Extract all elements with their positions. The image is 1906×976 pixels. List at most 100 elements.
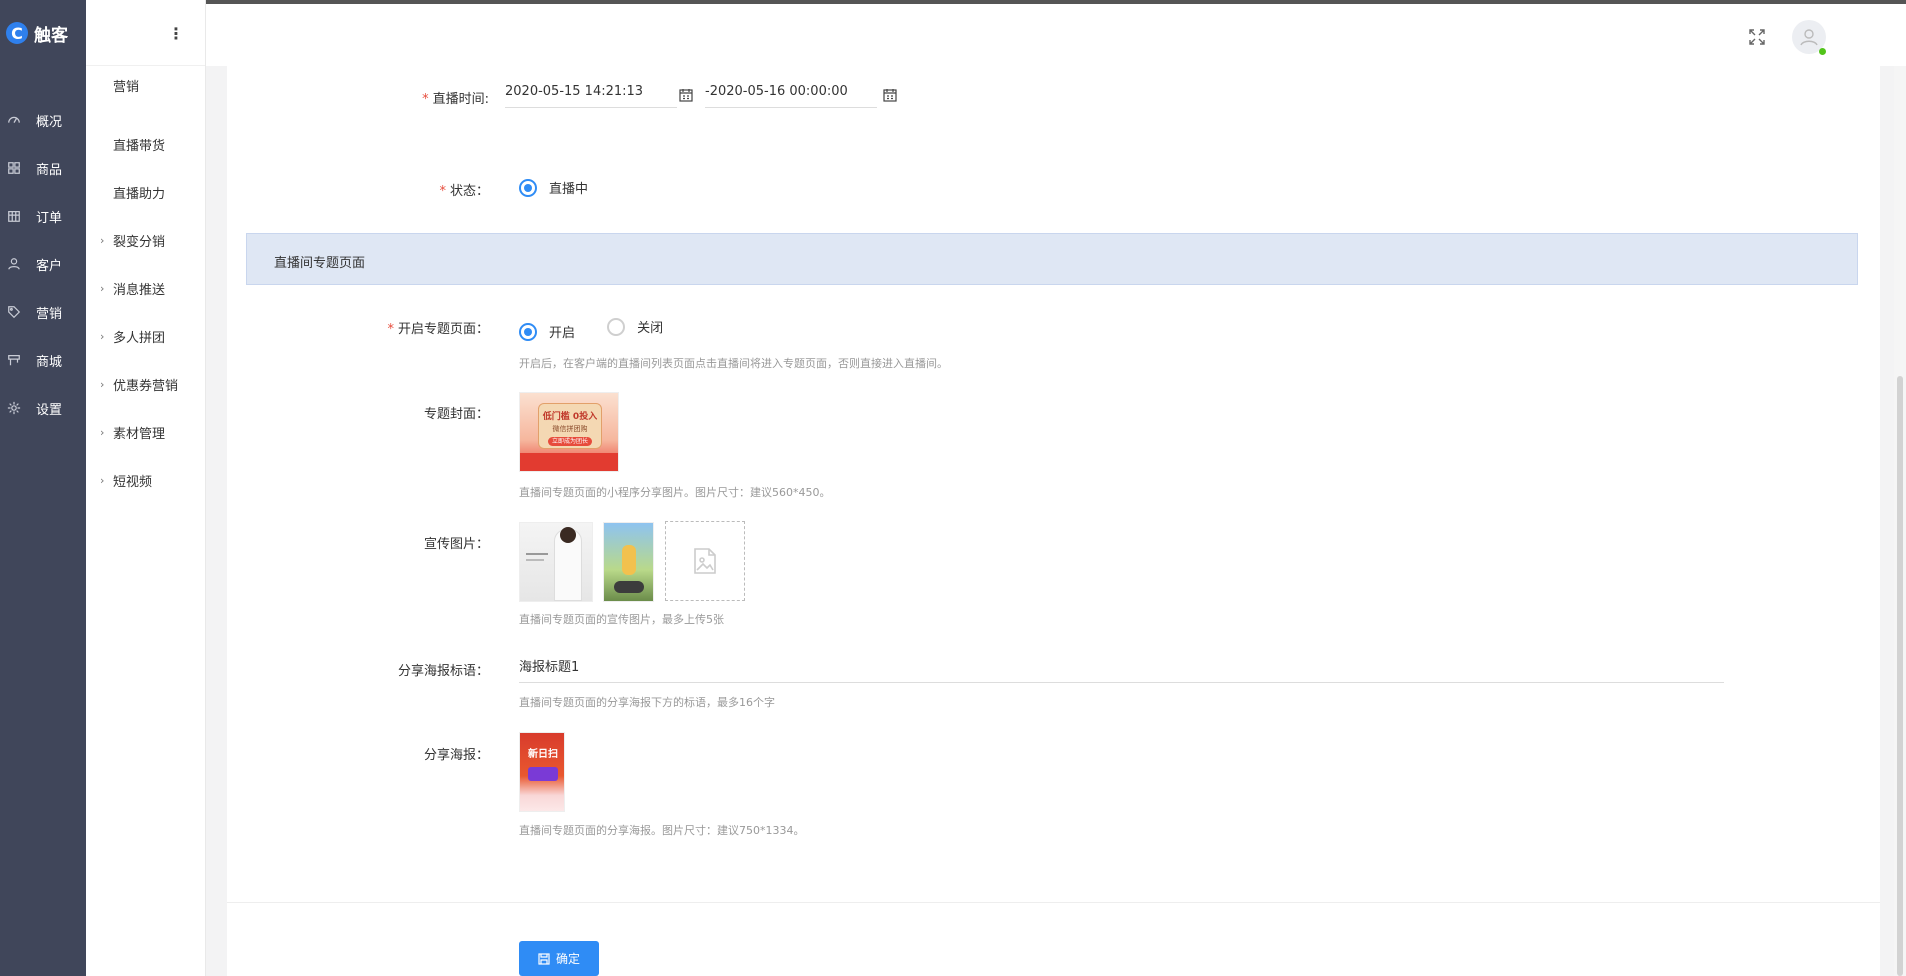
nav-list: 概况 商品 订单 客户 营销 商城 设置	[0, 96, 86, 432]
start-date-input[interactable]: 2020-05-15 14:21:13	[505, 78, 677, 108]
confirm-button[interactable]: 确定	[519, 941, 599, 976]
subnav-item-short-video[interactable]: › 短视频	[86, 456, 206, 504]
calendar-icon[interactable]	[883, 88, 897, 102]
image-placeholder-icon	[694, 548, 716, 574]
topic-page-label-text: 开启专题页面：	[397, 322, 489, 337]
radio-label: 直播中	[549, 182, 589, 197]
nav-item-overview[interactable]: 概况	[0, 96, 86, 144]
status-label: * 状态：	[227, 180, 489, 199]
shop-icon	[6, 352, 22, 368]
main-content: * 直播时间: 2020-05-15 14:21:13 -2020-05-16 0…	[227, 66, 1880, 976]
nav-item-mall[interactable]: 商城	[0, 336, 86, 384]
subnav-item-live-boost[interactable]: 直播助力	[86, 168, 206, 216]
share-poster-image[interactable]: 新日扫	[519, 732, 565, 812]
topic-page-label: * 开启专题页面：	[227, 318, 489, 337]
subnav-item-coupon-marketing[interactable]: › 优惠券营销	[86, 360, 206, 408]
subnav-item-label: 优惠券营销	[113, 378, 179, 394]
topic-page-on-radio[interactable]: 开启	[519, 322, 575, 341]
poster-title-text: 新日扫	[528, 749, 558, 760]
end-date-input[interactable]: -2020-05-16 00:00:00	[705, 78, 877, 108]
subnav-item-fission-distribution[interactable]: › 裂变分销	[86, 216, 206, 264]
cover-text-3: 立即成为团长	[548, 437, 592, 446]
sub-nav: ⋮ 营销 直播带货 直播助力 › 裂变分销 › 消息推送 › 多人拼团 › 优惠券营销 …	[86, 0, 206, 976]
promo-scooter	[614, 581, 644, 593]
nav-item-products[interactable]: 商品	[0, 144, 86, 192]
promo-images-label: 宣传图片：	[423, 537, 489, 552]
radio-dot	[524, 327, 532, 336]
brand-name: 触客	[34, 25, 68, 46]
chevron-right-icon: ›	[100, 281, 105, 295]
chevron-right-icon: ›	[100, 425, 105, 439]
live-time-label: * 直播时间:	[227, 88, 489, 107]
user-icon	[6, 256, 22, 272]
poster-slogan-input[interactable]: 海报标题1	[519, 649, 1724, 683]
top-bar	[206, 0, 1906, 66]
promo-caption-line	[526, 559, 544, 561]
subnav-item-label: 直播助力	[113, 186, 166, 202]
cover-card: 低门槛 0投入 微信拼团购 立即成为团长	[538, 403, 602, 449]
nav-item-label: 设置	[36, 402, 63, 418]
tag-icon	[6, 304, 22, 320]
topic-page-off-radio[interactable]: 关闭	[607, 317, 663, 336]
subnav-item-label: 多人拼团	[113, 330, 166, 346]
nav-item-settings[interactable]: 设置	[0, 384, 86, 432]
radio-circle	[607, 317, 626, 336]
promo-caption-line	[526, 553, 548, 555]
cover-text-1: 低门槛 0投入	[542, 412, 598, 422]
nav-item-orders[interactable]: 订单	[0, 192, 86, 240]
subnav-item-group-buy[interactable]: › 多人拼团	[86, 312, 206, 360]
status-radio-group: 直播中	[519, 178, 616, 197]
promo-image-2[interactable]	[603, 522, 654, 602]
poster-slogan-label: 分享海报标语：	[397, 664, 489, 679]
radio-label: 开启	[549, 326, 576, 341]
calendar-icon[interactable]	[679, 88, 693, 102]
radio-circle	[519, 178, 537, 197]
subnav-item-live-sales[interactable]: 直播带货	[86, 120, 206, 168]
nav-item-label: 概况	[36, 114, 63, 130]
main-nav: C 触客 概况 商品 订单 客户 营销 商城 设置	[0, 0, 86, 976]
share-poster-label: 分享海报：	[423, 748, 489, 763]
subnav-item-message-push[interactable]: › 消息推送	[86, 264, 206, 312]
cover-bottom-band	[520, 453, 618, 471]
live-time-label-text: 直播时间:	[432, 92, 489, 107]
subnav-list: 直播带货 直播助力 › 裂变分销 › 消息推送 › 多人拼团 › 优惠券营销 › 素材管理…	[86, 120, 206, 504]
required-mark: *	[439, 184, 446, 199]
poster-badge	[528, 767, 558, 781]
scrollbar-thumb[interactable]	[1897, 376, 1903, 976]
subnav-item-label: 直播带货	[113, 138, 166, 154]
chevron-right-icon: ›	[100, 473, 105, 487]
subnav-item-label: 素材管理	[113, 426, 166, 442]
chevron-right-icon: ›	[100, 377, 105, 391]
subnav-item-material-management[interactable]: › 素材管理	[86, 408, 206, 456]
nav-item-customers[interactable]: 客户	[0, 240, 86, 288]
grid-icon	[6, 160, 22, 176]
footer-divider	[227, 902, 1880, 903]
more-vertical-icon[interactable]: ⋮	[146, 0, 206, 66]
subnav-item-label: 消息推送	[113, 282, 166, 298]
nav-item-label: 营销	[36, 306, 63, 322]
nav-item-marketing[interactable]: 营销	[0, 288, 86, 336]
nav-item-label: 客户	[36, 258, 63, 274]
brand[interactable]: C 触客	[0, 0, 86, 66]
logo-icon: C	[6, 22, 28, 44]
calendar-icon	[6, 208, 22, 224]
topic-page-hint: 开启后，在客户端的直播间列表页面点击直播间将进入专题页面，否则直接进入直播间。	[519, 357, 948, 370]
vertical-scrollbar[interactable]	[1894, 66, 1906, 976]
nav-item-label: 商品	[36, 162, 63, 178]
cover-hint: 直播间专题页面的小程序分享图片。图片尺寸：建议560*450。	[519, 486, 831, 499]
promo-images-hint: 直播间专题页面的宣传图片，最多上传5张	[519, 613, 724, 626]
radio-dot	[524, 183, 532, 192]
status-live-radio[interactable]: 直播中	[519, 178, 588, 197]
promo-image-1[interactable]	[519, 522, 593, 602]
chevron-right-icon: ›	[100, 233, 105, 247]
subnav-header: ⋮	[86, 0, 205, 66]
status-label-text: 状态：	[449, 184, 489, 199]
upload-image-button[interactable]	[665, 521, 745, 601]
subnav-item-label: 短视频	[113, 474, 153, 490]
section-header: 直播间专题页面	[246, 233, 1858, 285]
fullscreen-icon[interactable]	[1748, 28, 1766, 46]
radio-label: 关闭	[637, 321, 664, 336]
cover-image[interactable]: 低门槛 0投入 微信拼团购 立即成为团长	[519, 392, 619, 472]
save-icon	[538, 952, 550, 965]
online-status-dot	[1819, 48, 1826, 55]
